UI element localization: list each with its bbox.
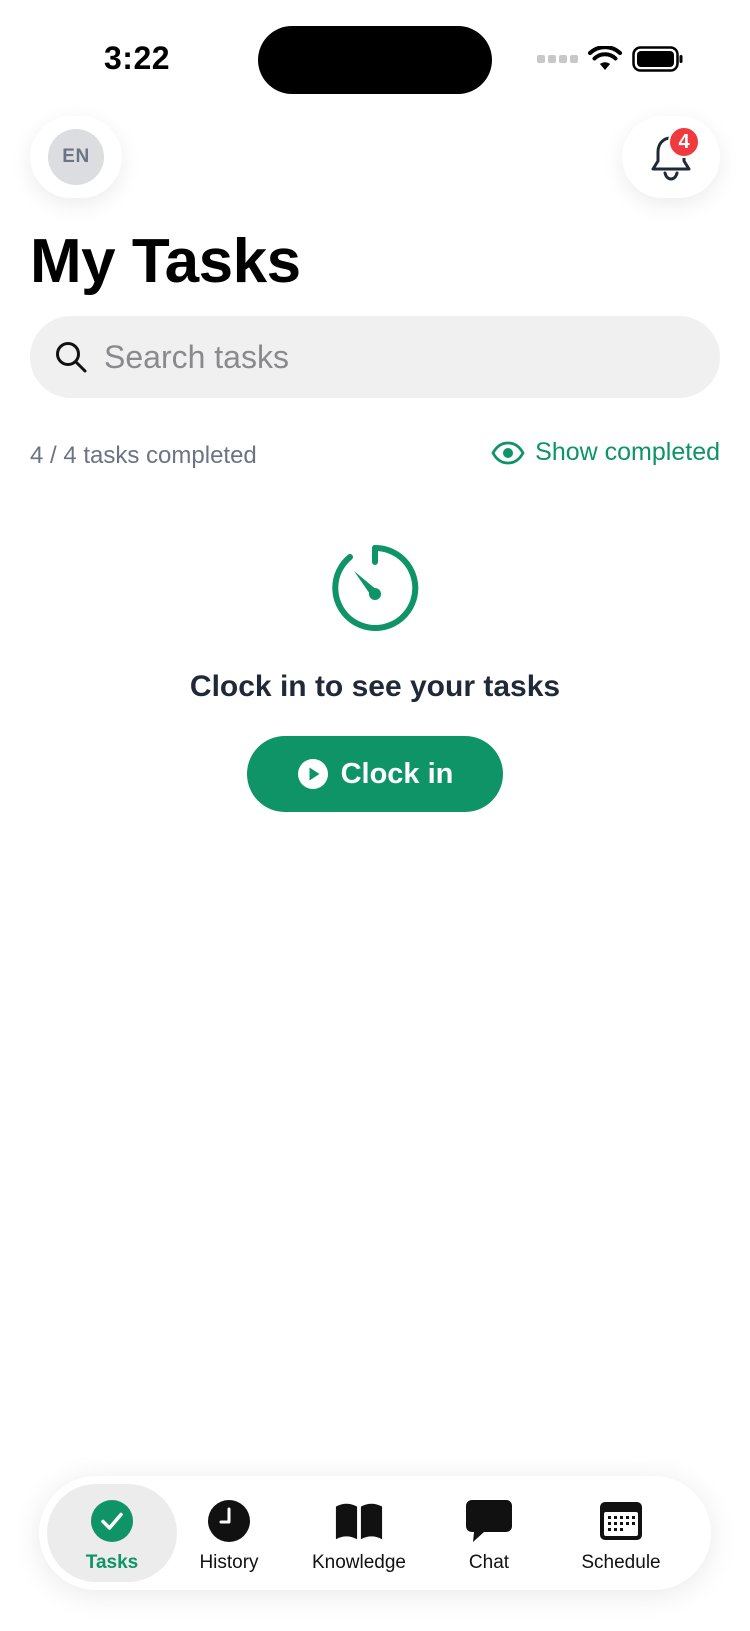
nav-item-chat[interactable]: Chat xyxy=(437,1484,541,1582)
notifications-button[interactable]: 4 xyxy=(622,116,720,198)
timer-icon xyxy=(332,544,419,631)
status-time: 3:22 xyxy=(104,40,171,76)
nav-item-knowledge[interactable]: Knowledge xyxy=(289,1484,429,1582)
nav-item-schedule[interactable]: Schedule xyxy=(551,1484,691,1582)
nav-label: Tasks xyxy=(85,1552,139,1573)
nav-label: Knowledge xyxy=(311,1552,407,1573)
dynamic-island xyxy=(258,26,492,94)
language-selector-button[interactable]: EN xyxy=(30,116,122,198)
page-title: My Tasks xyxy=(30,227,301,296)
nav-item-tasks[interactable]: Tasks xyxy=(47,1484,177,1582)
tasks-completed-summary: 4 / 4 tasks completed xyxy=(30,442,257,469)
empty-state-message: Clock in to see your tasks xyxy=(189,670,561,703)
book-icon xyxy=(335,1503,383,1540)
calendar-icon xyxy=(600,1502,642,1540)
check-circle-icon xyxy=(91,1500,133,1542)
show-completed-toggle[interactable]: Show completed xyxy=(491,438,720,467)
search-input[interactable] xyxy=(104,338,664,376)
cellular-signal-icon xyxy=(537,55,578,63)
notification-badge: 4 xyxy=(668,126,700,158)
clock-icon xyxy=(208,1500,250,1542)
battery-icon xyxy=(632,46,683,72)
nav-item-history[interactable]: History xyxy=(177,1484,281,1582)
nav-label: History xyxy=(199,1552,259,1573)
clock-in-label: Clock in xyxy=(340,757,454,790)
nav-label: Chat xyxy=(468,1552,510,1573)
wifi-icon xyxy=(588,46,622,70)
bottom-navigation: Tasks History Knowledge Chat Schedule xyxy=(39,1476,711,1590)
status-bar: 3:22 xyxy=(0,0,750,120)
language-code: EN xyxy=(48,129,104,185)
clock-in-button[interactable]: Clock in xyxy=(247,736,503,812)
show-completed-label: Show completed xyxy=(535,438,720,466)
nav-label: Schedule xyxy=(581,1552,661,1573)
status-indicators xyxy=(537,46,684,72)
play-circle-icon xyxy=(297,759,328,789)
search-bar[interactable] xyxy=(30,316,720,398)
chat-bubble-icon xyxy=(466,1500,512,1542)
eye-icon xyxy=(491,441,525,464)
search-icon xyxy=(56,342,87,373)
